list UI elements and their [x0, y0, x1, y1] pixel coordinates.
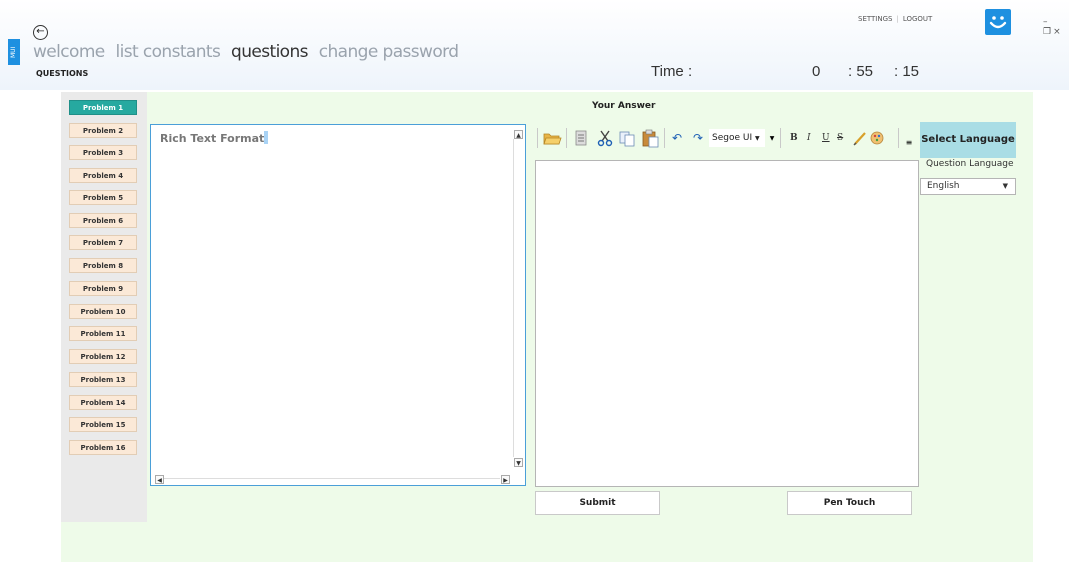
- open-folder-icon[interactable]: [542, 128, 562, 148]
- problem-5-button[interactable]: Problem 5: [69, 190, 137, 205]
- problem-2-button[interactable]: Problem 2: [69, 123, 137, 138]
- link-separator: |: [896, 15, 899, 23]
- restore-icon[interactable]: ❐: [1043, 27, 1053, 37]
- nav-list-constants[interactable]: list constants: [115, 42, 220, 62]
- paste-icon[interactable]: [640, 128, 660, 148]
- copy-icon[interactable]: [618, 128, 636, 148]
- answer-title: Your Answer: [592, 101, 656, 111]
- side-tag: MUI: [8, 39, 20, 65]
- font-select[interactable]: Segoe UI ▼: [709, 129, 765, 147]
- undo-icon[interactable]: ↶: [669, 128, 685, 148]
- text-caret: [264, 131, 269, 144]
- chevron-down-icon: ▼: [1002, 182, 1008, 190]
- strikethrough-button[interactable]: S: [837, 129, 843, 147]
- paragraph-icon[interactable]: [572, 128, 590, 148]
- answer-editor[interactable]: [535, 160, 919, 487]
- bold-button[interactable]: B: [790, 129, 798, 147]
- scroll-left-icon[interactable]: ◀: [155, 475, 164, 484]
- question-text: Rich Text Format: [160, 131, 269, 145]
- pen-touch-button[interactable]: Pen Touch: [787, 491, 912, 515]
- problem-6-button[interactable]: Problem 6: [69, 213, 137, 228]
- scroll-down-icon[interactable]: ▼: [514, 458, 523, 467]
- problem-1-button[interactable]: Problem 1: [69, 100, 137, 115]
- problem-13-button[interactable]: Problem 13: [69, 372, 137, 387]
- problem-10-button[interactable]: Problem 10: [69, 304, 137, 319]
- settings-link[interactable]: SETTINGS: [858, 15, 892, 23]
- question-language-label: Question Language: [926, 159, 1014, 169]
- problem-9-button[interactable]: Problem 9: [69, 281, 137, 296]
- select-language-header: Select Language: [920, 122, 1016, 158]
- problem-12-button[interactable]: Problem 12: [69, 349, 137, 364]
- horizontal-scrollbar-track[interactable]: [164, 478, 500, 479]
- toolbar-separator: [566, 128, 567, 148]
- header-links: SETTINGS | LOGOUT: [858, 15, 932, 23]
- problem-15-button[interactable]: Problem 15: [69, 417, 137, 432]
- toolbar-overflow-icon[interactable]: ≡: [904, 128, 914, 148]
- highlight-pen-icon[interactable]: [852, 128, 868, 148]
- font-size-dropdown-icon[interactable]: ▼: [768, 128, 776, 148]
- problem-7-button[interactable]: Problem 7: [69, 235, 137, 250]
- minimize-icon[interactable]: –: [1043, 17, 1050, 27]
- close-icon[interactable]: ×: [1053, 27, 1063, 37]
- timer-seconds: : 15: [894, 63, 920, 80]
- submit-button[interactable]: Submit: [535, 491, 660, 515]
- page-title: QUESTIONS: [36, 69, 89, 78]
- editor-toolbar: ↶ ↷ Segoe UI ▼ ▼ B I U S ≡: [534, 124, 914, 154]
- smiley-icon: [985, 9, 1011, 35]
- scroll-up-icon[interactable]: ▲: [514, 130, 523, 139]
- nav-questions[interactable]: questions: [231, 42, 309, 62]
- timer-label: Time :: [651, 63, 693, 80]
- toolbar-grip: [537, 128, 538, 148]
- nav-change-password[interactable]: change password: [319, 42, 459, 62]
- problem-4-button[interactable]: Problem 4: [69, 168, 137, 183]
- underline-button[interactable]: U: [822, 129, 830, 147]
- window-controls: –❐×: [1043, 17, 1069, 37]
- toolbar-separator: [780, 128, 781, 148]
- back-arrow-icon[interactable]: ←: [33, 25, 48, 40]
- italic-button[interactable]: I: [807, 129, 811, 147]
- color-palette-icon[interactable]: [869, 128, 885, 148]
- main-nav: welcome list constants questions change …: [33, 42, 464, 62]
- timer-hours: 0: [812, 63, 821, 80]
- cut-icon[interactable]: [596, 128, 614, 148]
- vertical-scrollbar-track[interactable]: [513, 139, 514, 457]
- nav-welcome[interactable]: welcome: [33, 42, 105, 62]
- font-dropdown-arrow-icon: ▼: [754, 135, 760, 142]
- question-textbox[interactable]: Rich Text Format ▲ ▼ ◀ ▶: [150, 124, 526, 486]
- toolbar-separator: [664, 128, 665, 148]
- redo-icon[interactable]: ↷: [690, 128, 706, 148]
- problem-3-button[interactable]: Problem 3: [69, 145, 137, 160]
- problem-14-button[interactable]: Problem 14: [69, 395, 137, 410]
- problem-16-button[interactable]: Problem 16: [69, 440, 137, 455]
- timer-minutes: : 55: [848, 63, 874, 80]
- language-select[interactable]: English ▼: [920, 178, 1016, 195]
- problem-11-button[interactable]: Problem 11: [69, 326, 137, 341]
- scroll-right-icon[interactable]: ▶: [501, 475, 510, 484]
- logout-link[interactable]: LOGOUT: [903, 15, 933, 23]
- problem-8-button[interactable]: Problem 8: [69, 258, 137, 273]
- toolbar-separator: [898, 128, 899, 148]
